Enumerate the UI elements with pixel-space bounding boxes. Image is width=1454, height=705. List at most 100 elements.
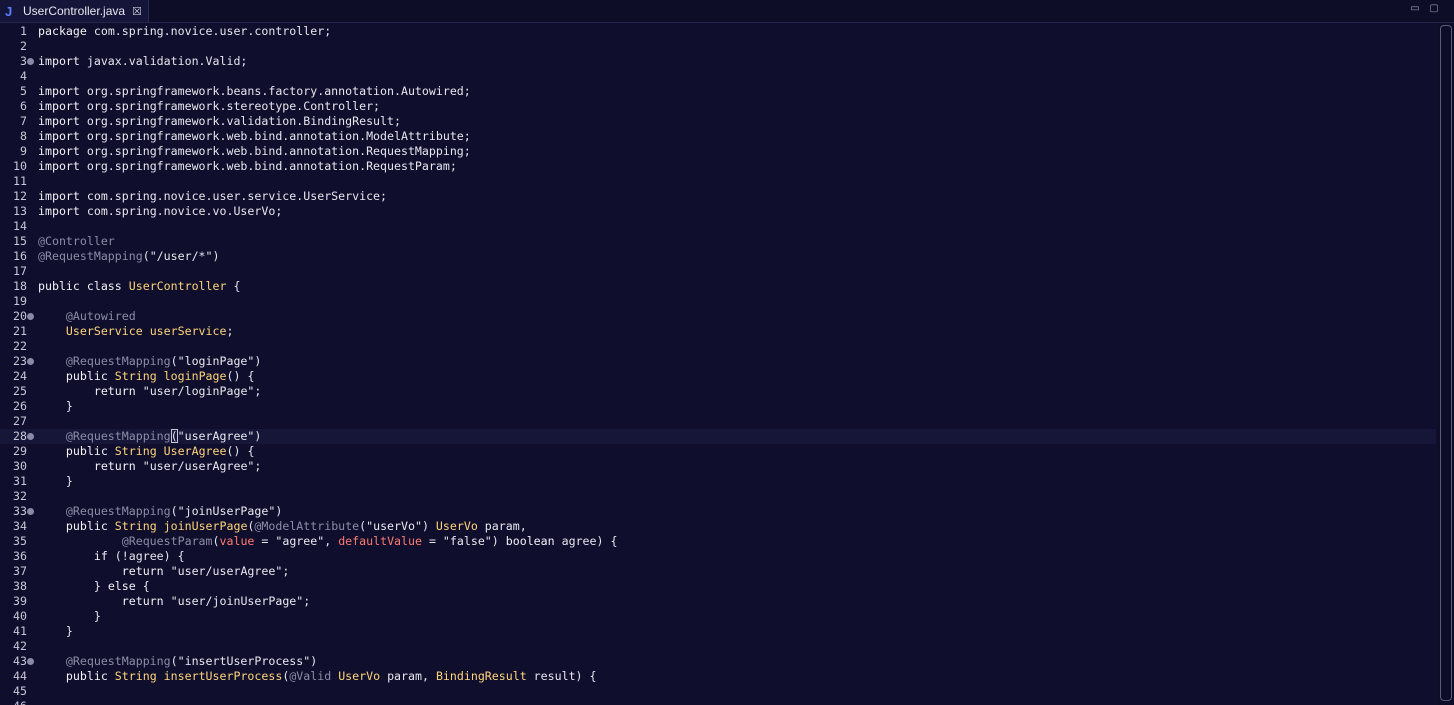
code-line[interactable]: 15 @Controller [0,234,1436,249]
line-number: 6 [20,99,27,113]
code-line[interactable]: 3 import javax.validation.Valid; [0,54,1436,69]
code-token: "userVo" [366,519,422,533]
fold-collapse-icon[interactable] [27,433,34,440]
code-line[interactable]: 11 [0,174,1436,189]
code-line[interactable]: 45 [0,684,1436,699]
code-line[interactable]: 18 public class UserController { [0,279,1436,294]
code-line[interactable]: 30 return "user/userAgree"; [0,459,1436,474]
line-number: 35 [13,534,27,548]
code-line[interactable]: 9 import org.springframework.web.bind.ann… [0,144,1436,159]
code-line[interactable]: 37 return "user/userAgree"; [0,564,1436,579]
code-line[interactable]: 10 import org.springframework.web.bind.an… [0,159,1436,174]
code-line[interactable]: 36 if (!agree) { [0,549,1436,564]
code-line[interactable]: 16 @RequestMapping("/user/*") [0,249,1436,264]
scrollbar-thumb[interactable] [1440,25,1452,701]
code-line[interactable]: 2 [0,39,1436,54]
code-token: public [65,369,108,383]
code-token: @RequestMapping [38,249,143,263]
java-file-icon: J [5,3,13,19]
code-token: String [114,519,157,533]
code-token: ( [170,429,178,443]
code-line[interactable]: 21 UserService userService; [0,324,1436,339]
code-token: @Valid [289,669,332,683]
code-token: insertUserProcess [163,669,283,683]
code-line[interactable]: 40 } [0,609,1436,624]
line-number: 29 [13,444,27,458]
code-text: public class UserController { [38,279,240,294]
code-line[interactable]: 17 [0,264,1436,279]
code-token: ( [212,534,220,548]
code-line[interactable]: 41 } [0,624,1436,639]
minimize-icon[interactable]: ▭ [1409,3,1421,15]
code-line[interactable]: 38 } else { [0,579,1436,594]
code-line[interactable]: 12 import com.spring.novice.user.service.… [0,189,1436,204]
code-text: import org.springframework.web.bind.anno… [38,144,471,159]
fold-collapse-icon[interactable] [27,313,34,320]
code-token: "userAgree" [177,429,255,443]
code-line[interactable]: 31 } [0,474,1436,489]
code-line[interactable]: 20 @Autowired [0,309,1436,324]
code-line[interactable]: 1 package com.spring.novice.user.controll… [0,24,1436,39]
line-number: 1 [20,24,27,38]
code-token: public [65,669,108,683]
code-line[interactable]: 33 @RequestMapping("joinUserPage") [0,504,1436,519]
code-token: @RequestMapping [65,654,171,668]
code-token: @RequestParam [121,534,213,548]
tab-user-controller[interactable]: J UserController.java ☒ [0,0,149,22]
line-number: 45 [13,684,27,698]
fold-collapse-icon[interactable] [27,658,34,665]
code-token: @RequestMapping [65,429,171,443]
code-token: ( [170,654,178,668]
code-token: UserAgree [163,444,227,458]
code-line[interactable]: 42 [0,639,1436,654]
code-line[interactable]: 44 public String insertUserProcess(@Vali… [0,669,1436,684]
code-token: defaultValue [338,534,422,548]
line-number: 23 [13,354,27,368]
code-text: import org.springframework.web.bind.anno… [38,159,457,174]
code-line[interactable]: 25 return "user/loginPage"; [0,384,1436,399]
code-line[interactable]: 28 @RequestMapping("userAgree") [0,429,1436,444]
code-line[interactable]: 34 public String joinUserPage(@ModelAttr… [0,519,1436,534]
code-line[interactable]: 4 [0,69,1436,84]
code-line[interactable]: 24 public String loginPage() { [0,369,1436,384]
code-line[interactable]: 7 import org.springframework.validation.B… [0,114,1436,129]
code-line[interactable]: 8 import org.springframework.web.bind.ann… [0,129,1436,144]
code-line[interactable]: 46 [0,699,1436,705]
code-line[interactable]: 5 import org.springframework.beans.factor… [0,84,1436,99]
code-token: @ModelAttribute [254,519,360,533]
vertical-scrollbar[interactable] [1437,23,1454,705]
line-number: 4 [20,69,27,83]
line-number: 19 [13,294,27,308]
code-editor[interactable]: 1 package com.spring.novice.user.controll… [0,23,1436,705]
close-icon[interactable]: ☒ [132,5,142,18]
code-line[interactable]: 6 import org.springframework.stereotype.C… [0,99,1436,114]
code-token: "/user/*" [149,249,213,263]
code-token: String [114,669,157,683]
code-line[interactable]: 35 @RequestParam(value = "agree", defaul… [0,534,1436,549]
fold-collapse-icon[interactable] [27,508,34,515]
code-line[interactable]: 39 return "user/joinUserPage"; [0,594,1436,609]
code-line[interactable]: 27 [0,414,1436,429]
code-text: UserService userService; [38,324,234,339]
code-line[interactable]: 32 [0,489,1436,504]
maximize-icon[interactable]: ▢ [1428,3,1440,15]
code-text: import org.springframework.validation.Bi… [38,114,401,129]
code-line[interactable]: 19 [0,294,1436,309]
fold-collapse-icon[interactable] [27,58,34,65]
line-number: 24 [13,369,27,383]
code-line[interactable]: 22 [0,339,1436,354]
code-line[interactable]: 13 import com.spring.novice.vo.UserVo; [0,204,1436,219]
code-line[interactable]: 26 } [0,399,1436,414]
code-token: com.spring.novice.vo.UserVo; [79,204,283,218]
code-line[interactable]: 29 public String UserAgree() { [0,444,1436,459]
code-line[interactable]: 43 @RequestMapping("insertUserProcess") [0,654,1436,669]
code-token: ) [212,249,220,263]
code-line[interactable]: 14 [0,219,1436,234]
code-line[interactable]: 23 @RequestMapping("loginPage") [0,354,1436,369]
code-token: param, [477,519,527,533]
fold-collapse-icon[interactable] [27,358,34,365]
code-token: UserVo [338,669,381,683]
